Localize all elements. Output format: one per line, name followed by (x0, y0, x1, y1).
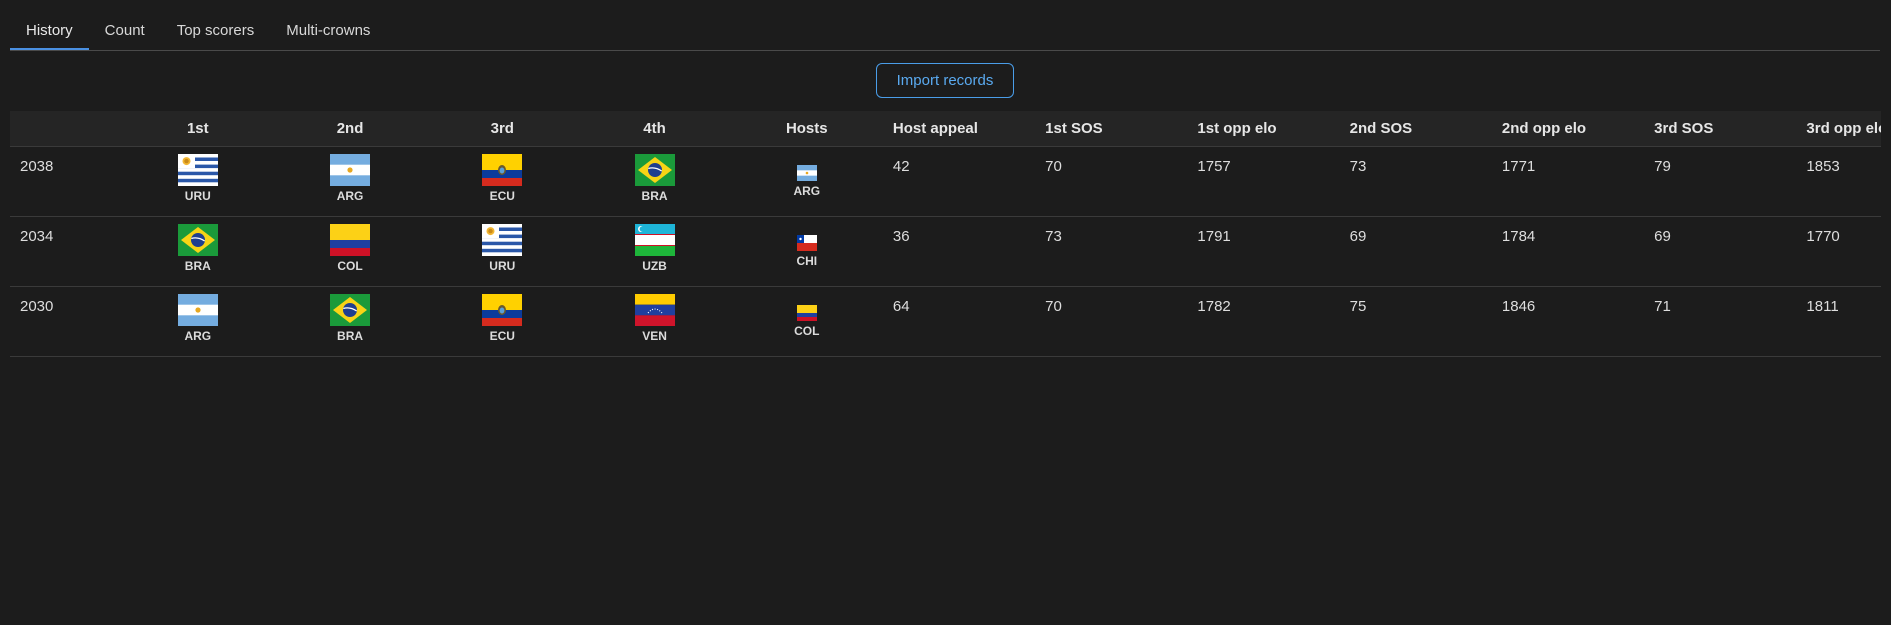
flag-icon (797, 165, 817, 181)
3rd-opp-elo-cell: 1770 (1796, 216, 1881, 287)
tab-top-scorers[interactable]: Top scorers (161, 14, 271, 50)
header-1st-opp-elo[interactable]: 1st opp elo (1187, 111, 1340, 147)
2nd-place-cell: COL (273, 216, 427, 287)
header-2nd-sos[interactable]: 2nd SOS (1339, 111, 1492, 147)
1st-opp-elo-cell: 1757 (1187, 146, 1340, 217)
history-table: 1st 2nd 3rd 4th Hosts Host appeal 1st SO… (10, 111, 1881, 357)
3rd-place-cell: ECU (426, 286, 579, 357)
team-code: ARG (793, 184, 821, 198)
team-code: BRA (641, 189, 668, 203)
host-appeal-cell: 36 (882, 216, 1036, 287)
1st-place-cell: ARG (121, 286, 274, 357)
header-hosts[interactable]: Hosts (730, 111, 883, 147)
3rd-opp-elo-cell: 1811 (1796, 286, 1881, 357)
1st-place-cell: BRA (121, 216, 274, 287)
team-code: ECU (489, 329, 515, 343)
header-2nd-opp-elo[interactable]: 2nd opp elo (1491, 111, 1645, 147)
team-code: ARG (336, 189, 364, 203)
flag-icon (330, 224, 370, 256)
header-3rd-opp-elo[interactable]: 3rd opp elo (1796, 111, 1881, 147)
1st-place-cell: URU (121, 146, 274, 217)
1st-sos-cell: 73 (1035, 216, 1188, 287)
flag-icon (178, 154, 218, 186)
tab-count[interactable]: Count (89, 14, 161, 50)
team-code: BRA (184, 259, 211, 273)
header-2nd[interactable]: 2nd (273, 111, 427, 147)
header-4th[interactable]: 4th (578, 111, 731, 147)
history-table-container: 1st 2nd 3rd 4th Hosts Host appeal 1st SO… (10, 111, 1881, 357)
host-cell: COL (730, 286, 883, 357)
table-row: 2034 BRA COL URU UZB CHI 36 73 1791 69 1784 6… (10, 216, 1881, 287)
team-code: BRA (337, 329, 364, 343)
flag-icon (178, 224, 218, 256)
2nd-place-cell: BRA (273, 286, 427, 357)
tab-bar: History Count Top scorers Multi-crowns (10, 14, 1880, 51)
header-1st-sos[interactable]: 1st SOS (1035, 111, 1188, 147)
2nd-opp-elo-cell: 1846 (1491, 286, 1645, 357)
flag-icon (482, 224, 522, 256)
1st-sos-cell: 70 (1035, 146, 1188, 217)
team-code: URU (184, 189, 211, 203)
flag-icon (635, 294, 675, 326)
team-code: ARG (184, 329, 212, 343)
header-1st[interactable]: 1st (121, 111, 274, 147)
host-cell: ARG (730, 146, 883, 217)
flag-icon (330, 294, 370, 326)
2nd-opp-elo-cell: 1784 (1491, 216, 1645, 287)
tab-multi-crowns[interactable]: Multi-crowns (270, 14, 386, 50)
flag-icon (482, 294, 522, 326)
import-records-button[interactable]: Import records (876, 63, 1014, 98)
table-header-row: 1st 2nd 3rd 4th Hosts Host appeal 1st SO… (10, 111, 1881, 147)
1st-opp-elo-cell: 1782 (1187, 286, 1340, 357)
year-cell: 2038 (10, 146, 122, 217)
team-code: ECU (489, 189, 515, 203)
flag-icon (482, 154, 522, 186)
4th-place-cell: UZB (578, 216, 731, 287)
4th-place-cell: VEN (578, 286, 731, 357)
2nd-sos-cell: 73 (1339, 146, 1492, 217)
header-3rd-sos[interactable]: 3rd SOS (1644, 111, 1797, 147)
3rd-opp-elo-cell: 1853 (1796, 146, 1881, 217)
1st-sos-cell: 70 (1035, 286, 1188, 357)
flag-icon (797, 235, 817, 251)
3rd-sos-cell: 69 (1644, 216, 1797, 287)
2nd-sos-cell: 69 (1339, 216, 1492, 287)
team-code: COL (794, 324, 820, 338)
header-host-appeal[interactable]: Host appeal (882, 111, 1036, 147)
flag-icon (635, 224, 675, 256)
year-cell: 2030 (10, 286, 122, 357)
table-body: 2038 URU ARG ECU BRA ARG 42 70 1757 73 1771 7… (10, 146, 1881, 357)
host-appeal-cell: 64 (882, 286, 1036, 357)
3rd-place-cell: ECU (426, 146, 579, 217)
flag-icon (178, 294, 218, 326)
flag-icon (797, 305, 817, 321)
tab-history[interactable]: History (10, 14, 89, 50)
year-cell: 2034 (10, 216, 122, 287)
team-code: CHI (796, 254, 818, 268)
1st-opp-elo-cell: 1791 (1187, 216, 1340, 287)
3rd-sos-cell: 71 (1644, 286, 1797, 357)
2nd-place-cell: ARG (273, 146, 427, 217)
team-code: UZB (642, 259, 667, 273)
table-row: 2038 URU ARG ECU BRA ARG 42 70 1757 73 1771 7… (10, 146, 1881, 217)
header-3rd[interactable]: 3rd (426, 111, 579, 147)
flag-icon (635, 154, 675, 186)
2nd-opp-elo-cell: 1771 (1491, 146, 1645, 217)
host-cell: CHI (730, 216, 883, 287)
flag-icon (330, 154, 370, 186)
host-appeal-cell: 42 (882, 146, 1036, 217)
2nd-sos-cell: 75 (1339, 286, 1492, 357)
4th-place-cell: BRA (578, 146, 731, 217)
3rd-place-cell: URU (426, 216, 579, 287)
header-year (10, 111, 122, 147)
team-code: URU (489, 259, 516, 273)
3rd-sos-cell: 79 (1644, 146, 1797, 217)
team-code: COL (337, 259, 363, 273)
team-code: VEN (642, 329, 667, 343)
table-row: 2030 ARG BRA ECU VEN COL 64 70 1782 75 1846 7… (10, 286, 1881, 357)
